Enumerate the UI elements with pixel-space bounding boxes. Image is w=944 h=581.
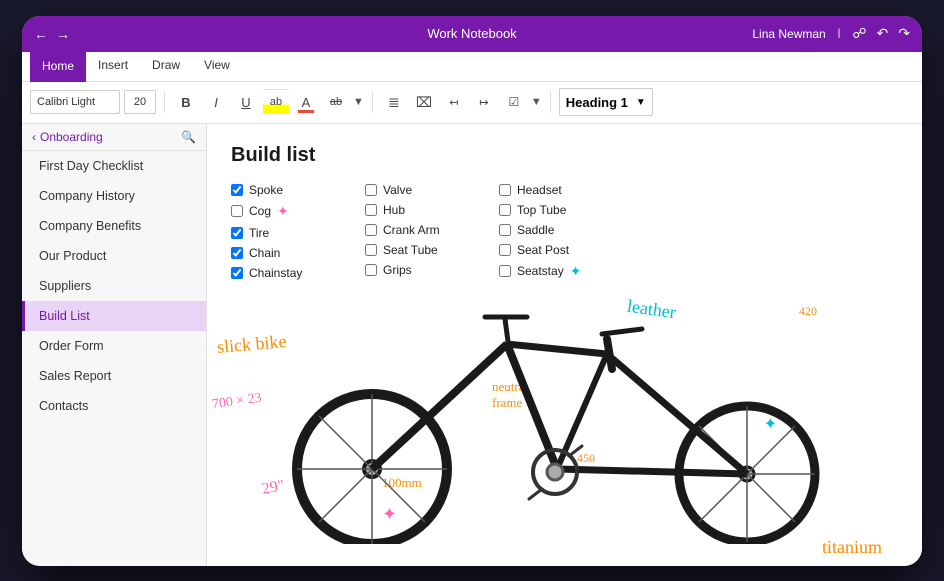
title-bar-icons: ☍ ↶ ↷ (852, 25, 910, 42)
checkbox-seatpost[interactable] (499, 244, 511, 256)
back-arrow[interactable]: ← (34, 26, 48, 42)
sidebar-item-first-day[interactable]: First Day Checklist (22, 151, 206, 181)
underline-button[interactable]: U (233, 89, 259, 115)
sidebar-item-build-list[interactable]: Build List (22, 301, 206, 331)
list-item: Headset (499, 183, 609, 197)
list-item: Grips (365, 263, 475, 277)
user-name: Lina Newman (752, 27, 825, 41)
onboarding-label: Onboarding (40, 130, 103, 144)
annotation-700x23: 700 × 23 (211, 390, 263, 413)
tab-draw[interactable]: Draw (140, 51, 192, 81)
title-bar: ← → Work Notebook Lina Newman | ☍ ↶ ↷ (22, 16, 922, 52)
checkbox-valve[interactable] (365, 184, 377, 196)
nav-arrows: ← → (34, 26, 70, 42)
divider-3 (550, 91, 551, 113)
list-item: Cog ✦ (231, 203, 341, 220)
tab-insert[interactable]: Insert (86, 51, 140, 81)
style-dropdown-arrow: ▼ (636, 97, 646, 108)
list-item: Seat Tube (365, 243, 475, 257)
tab-home[interactable]: Home (30, 52, 86, 82)
checkbox-chain[interactable] (231, 247, 243, 259)
search-sidebar-icon[interactable]: 🔍 (181, 130, 196, 144)
font-size-input[interactable] (124, 90, 156, 114)
style-dropdown[interactable]: Heading 1 ▼ (559, 88, 653, 116)
numbered-list-button[interactable]: ⌧ (411, 89, 437, 115)
checkbox-headset[interactable] (499, 184, 511, 196)
sidebar-item-company-benefits[interactable]: Company Benefits (22, 211, 206, 241)
list-item: Hub (365, 203, 475, 217)
list-item: Saddle (499, 223, 609, 237)
checkbox-cog[interactable] (231, 205, 243, 217)
separator: | (838, 28, 841, 39)
page-title: Build list (231, 144, 898, 167)
font-color-button[interactable]: A (293, 89, 319, 115)
list-item: Tire (231, 226, 341, 240)
highlight-button[interactable]: ab (263, 89, 289, 115)
bullet-list-button[interactable]: ≣ (381, 89, 407, 115)
checkbox-crankarm[interactable] (365, 224, 377, 236)
increase-indent-button[interactable]: ↦ (471, 89, 497, 115)
sidebar-item-contacts[interactable]: Contacts (22, 391, 206, 421)
list-dropdown-arrow[interactable]: ▼ (531, 96, 542, 108)
app-title: Work Notebook (427, 26, 516, 41)
forward-arrow[interactable]: → (56, 26, 70, 42)
checkbox-grips[interactable] (365, 264, 377, 276)
device-frame: ← → Work Notebook Lina Newman | ☍ ↶ ↷ Ho… (22, 16, 922, 566)
bold-button[interactable]: B (173, 89, 199, 115)
main-content: ‹ Onboarding 🔍 First Day Checklist Compa… (22, 124, 922, 566)
star-seatstay: ✦ (570, 263, 582, 280)
bike-background: slick bike 700 × 23 29" neutralframe lea… (207, 284, 922, 566)
font-family-selector[interactable] (30, 90, 120, 114)
checkbox-button[interactable]: ☑ (501, 89, 527, 115)
search-icon[interactable]: ☍ (852, 25, 866, 42)
checkbox-hub[interactable] (365, 204, 377, 216)
list-item: Seatstay ✦ (499, 263, 609, 280)
page-inner: Build list Spoke Cog ✦ (207, 124, 922, 566)
redo-icon[interactable]: ↷ (898, 25, 910, 42)
star-icon: ✦ (277, 203, 289, 220)
back-arrow-icon: ‹ (32, 130, 36, 144)
checkbox-spoke[interactable] (231, 184, 243, 196)
checkbox-seattube[interactable] (365, 244, 377, 256)
bike-illustration-area: slick bike 700 × 23 29" neutralframe lea… (207, 284, 922, 566)
checkbox-saddle[interactable] (499, 224, 511, 236)
checkbox-seatstay[interactable] (499, 265, 511, 277)
app-window: ← → Work Notebook Lina Newman | ☍ ↶ ↷ Ho… (22, 16, 922, 566)
star-right-icon: ✦ (764, 414, 777, 434)
star-29-icon: ✦ (382, 504, 397, 525)
divider-2 (372, 91, 373, 113)
sidebar-item-sales-report[interactable]: Sales Report (22, 361, 206, 391)
sidebar-item-our-product[interactable]: Our Product (22, 241, 206, 271)
italic-button[interactable]: I (203, 89, 229, 115)
decrease-indent-button[interactable]: ↤ (441, 89, 467, 115)
style-label: Heading 1 (566, 95, 628, 110)
list-item: Valve (365, 183, 475, 197)
sidebar-back[interactable]: ‹ Onboarding 🔍 (22, 124, 206, 151)
divider-1 (164, 91, 165, 113)
sidebar-item-suppliers[interactable]: Suppliers (22, 271, 206, 301)
strikethrough-button[interactable]: ab (323, 89, 349, 115)
list-item: Seat Post (499, 243, 609, 257)
sidebar-item-company-history[interactable]: Company History (22, 181, 206, 211)
tab-view[interactable]: View (192, 51, 242, 81)
format-dropdown-arrow[interactable]: ▼ (353, 96, 364, 108)
ribbon-tabs: Home Insert Draw View (22, 52, 922, 82)
checkbox-chainstay[interactable] (231, 267, 243, 279)
ribbon-toolbar: B I U ab A ab ▼ ≣ ⌧ ↤ ↦ ☑ ▼ Heading 1 ▼ (22, 82, 922, 124)
list-item: Chain (231, 246, 341, 260)
sidebar-item-order-form[interactable]: Order Form (22, 331, 206, 361)
undo-icon[interactable]: ↶ (877, 25, 889, 42)
checkbox-toptube[interactable] (499, 204, 511, 216)
page-content: Build list Spoke Cog ✦ (207, 124, 922, 566)
list-item: Crank Arm (365, 223, 475, 237)
title-bar-right: Lina Newman | ☍ ↶ ↷ (752, 25, 910, 42)
list-item: Chainstay (231, 266, 341, 280)
list-item: Spoke (231, 183, 341, 197)
list-item: Top Tube (499, 203, 609, 217)
sidebar: ‹ Onboarding 🔍 First Day Checklist Compa… (22, 124, 207, 566)
checkbox-tire[interactable] (231, 227, 243, 239)
